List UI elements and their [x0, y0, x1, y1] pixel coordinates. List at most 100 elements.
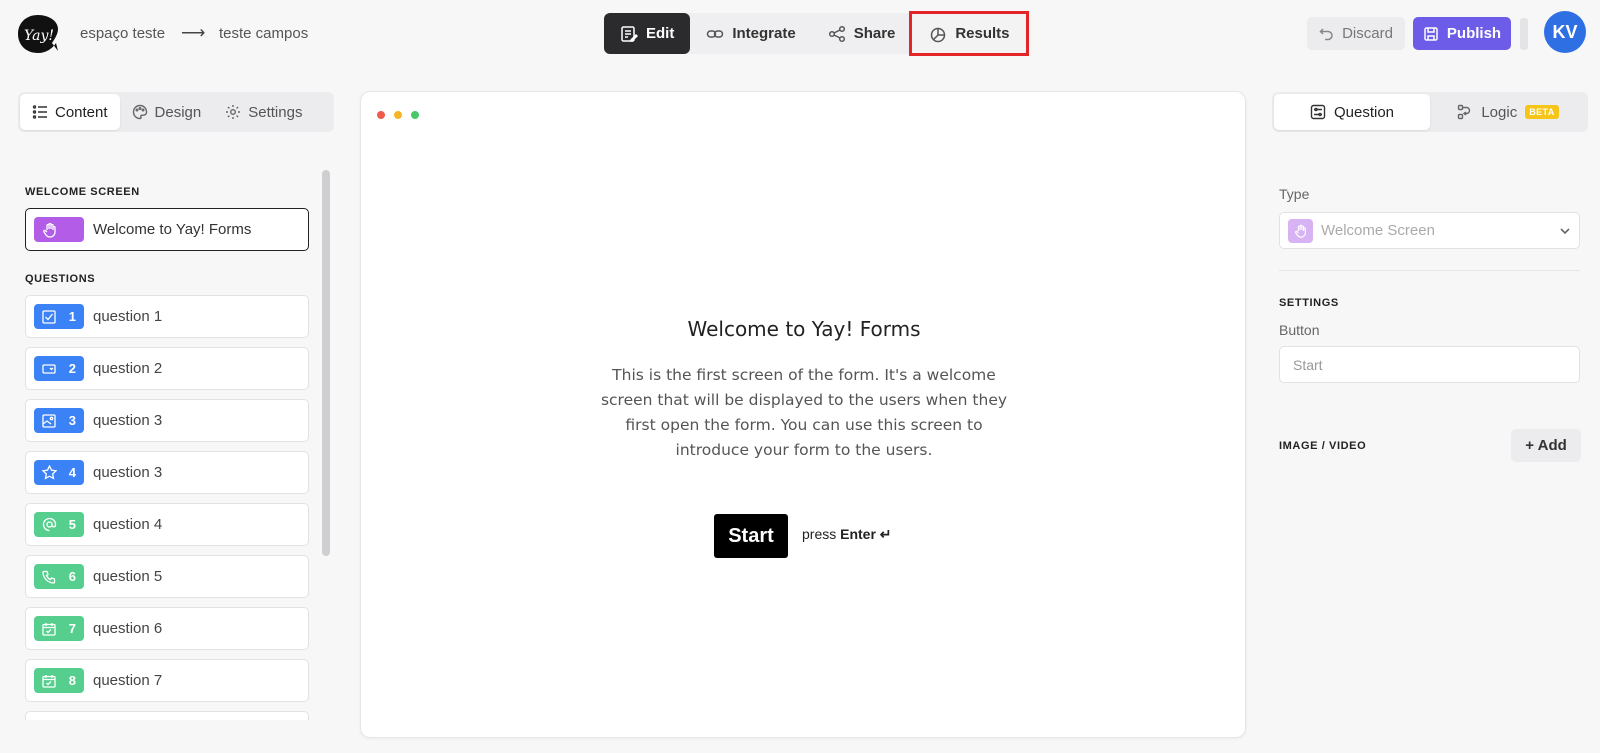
tab-question[interactable]: Question — [1274, 94, 1430, 130]
welcome-badge — [34, 217, 84, 242]
question-badge: 3 — [34, 408, 84, 433]
window-dot-red — [377, 111, 385, 119]
edit-icon — [621, 25, 638, 42]
tab-content[interactable]: Content — [20, 94, 120, 130]
calendar-icon — [42, 622, 56, 636]
welcome-section-label: WELCOME SCREEN — [25, 186, 140, 198]
at-icon — [42, 517, 57, 532]
calendar-icon — [42, 674, 56, 688]
question-badge: 2 — [34, 356, 84, 381]
add-media-button[interactable]: + Add — [1511, 429, 1581, 462]
question-number: 1 — [68, 309, 76, 324]
enter-key-text: Enter ↵ — [840, 526, 892, 542]
avatar[interactable]: KV — [1544, 11, 1586, 53]
tab-integrate[interactable]: Integrate — [690, 13, 811, 54]
list-icon — [32, 105, 47, 119]
question-item-2[interactable]: 2 question 2 — [25, 347, 309, 390]
tab-edit[interactable]: Edit — [604, 13, 691, 54]
breadcrumb-workspace[interactable]: espaço teste — [80, 25, 165, 42]
yay-logo[interactable]: Yay! — [16, 13, 60, 55]
question-item-7[interactable]: 7 question 6 — [25, 607, 309, 650]
question-number: 6 — [68, 569, 76, 584]
type-select-value: Welcome Screen — [1321, 222, 1435, 239]
tab-integrate-label: Integrate — [732, 25, 796, 42]
tab-logic-label: Logic — [1481, 103, 1518, 121]
question-badge: 6 — [34, 564, 84, 589]
link-icon — [707, 29, 724, 38]
content-list: WELCOME SCREEN Welcome to Yay! Forms QUE… — [18, 170, 318, 720]
media-section-label: IMAGE / VIDEO — [1279, 440, 1367, 452]
tab-settings[interactable]: Settings — [213, 94, 314, 130]
question-number: 3 — [68, 413, 76, 428]
settings-section-label: SETTINGS — [1279, 297, 1339, 309]
tab-results[interactable]: Results — [909, 11, 1030, 56]
form-preview: Welcome to Yay! Forms This is the first … — [360, 91, 1246, 738]
welcome-title[interactable]: Welcome to Yay! Forms — [361, 317, 1247, 341]
discard-button[interactable]: Discard — [1307, 17, 1405, 50]
tab-settings-label: Settings — [248, 103, 303, 121]
question-number: 2 — [68, 361, 76, 376]
welcome-description[interactable]: This is the first screen of the form. It… — [589, 363, 1019, 463]
chart-pie-icon — [931, 27, 946, 42]
discard-label: Discard — [1342, 25, 1393, 42]
tab-logic[interactable]: Logic BETA — [1430, 94, 1586, 130]
checkbox-icon — [42, 309, 56, 324]
publish-button[interactable]: Publish — [1413, 17, 1511, 50]
right-panel-tabs: Question Logic BETA — [1272, 92, 1588, 132]
question-item-5[interactable]: 5 question 4 — [25, 503, 309, 546]
undo-icon — [1319, 28, 1333, 41]
question-label: question 6 — [93, 620, 163, 637]
left-scrollbar[interactable] — [322, 170, 330, 556]
question-item-8[interactable]: 8 question 7 — [25, 659, 309, 702]
question-label: question 2 — [93, 360, 163, 377]
question-label: question 7 — [93, 672, 163, 689]
tab-design[interactable]: Design — [120, 94, 214, 130]
question-item-4[interactable]: 4 question 3 — [25, 451, 309, 494]
tab-share[interactable]: Share — [812, 13, 912, 54]
tab-question-label: Question — [1333, 103, 1395, 121]
question-badge: 5 — [34, 512, 84, 537]
tab-design-label: Design — [154, 103, 202, 121]
question-badge: 1 — [34, 304, 84, 329]
start-button[interactable]: Start — [714, 514, 788, 558]
question-number: 4 — [68, 465, 76, 480]
question-item-3[interactable]: 3 question 3 — [25, 399, 309, 442]
press-enter-hint: press Enter ↵ — [802, 526, 892, 543]
tab-edit-label: Edit — [646, 25, 675, 42]
tab-content-label: Content — [55, 103, 108, 121]
sliders-icon — [1310, 104, 1326, 120]
tab-results-label: Results — [955, 25, 1010, 42]
question-item-partial[interactable] — [25, 711, 309, 720]
button-text-input[interactable]: Start — [1279, 346, 1580, 383]
question-label: question 5 — [93, 568, 163, 585]
picture-choice-icon — [42, 413, 56, 428]
question-item-6[interactable]: 6 question 5 — [25, 555, 309, 598]
question-label: question 4 — [93, 516, 163, 533]
question-label: question 1 — [93, 308, 163, 325]
svg-text:Yay!: Yay! — [24, 28, 54, 44]
beta-badge: BETA — [1525, 105, 1559, 119]
question-badge: 7 — [34, 616, 84, 641]
hand-icon — [1288, 218, 1313, 243]
welcome-screen-item[interactable]: Welcome to Yay! Forms — [25, 208, 309, 251]
questions-section-label: QUESTIONS — [25, 273, 96, 285]
main-tabs: Edit Integrate Share Results — [604, 11, 1030, 56]
breadcrumb-form[interactable]: teste campos — [219, 25, 308, 42]
tab-share-label: Share — [853, 25, 896, 42]
gear-icon — [226, 105, 241, 119]
question-number: 8 — [68, 673, 76, 688]
button-label: Button — [1279, 322, 1320, 338]
press-text: press — [802, 526, 837, 542]
top-bar: Yay! espaço teste ⟶ teste campos Edit In… — [0, 0, 1600, 68]
breadcrumb-separator: ⟶ — [181, 23, 206, 42]
window-dot-yellow — [394, 111, 402, 119]
save-icon — [1424, 26, 1438, 41]
header-divider — [1520, 18, 1528, 50]
dropdown-icon — [42, 363, 56, 374]
divider — [1279, 270, 1580, 271]
question-type-select[interactable]: Welcome Screen — [1279, 212, 1580, 249]
question-item-1[interactable]: 1 question 1 — [25, 295, 309, 338]
question-number: 5 — [68, 517, 76, 532]
star-icon — [42, 465, 57, 480]
window-dot-green — [411, 111, 419, 119]
